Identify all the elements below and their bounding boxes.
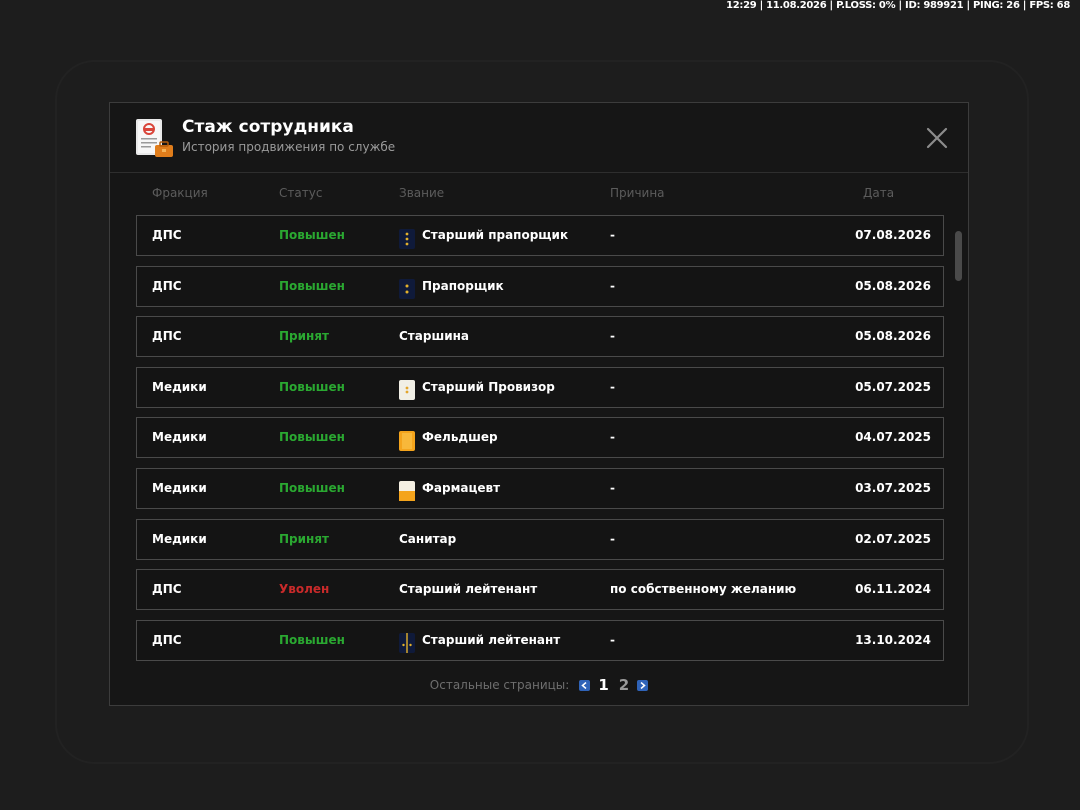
cell-rank: Старший Провизор — [399, 368, 555, 407]
cell-reason: - — [610, 531, 615, 546]
insignia-navy-three-stars-icon — [399, 226, 415, 249]
modal-title: Стаж сотрудника — [182, 117, 354, 137]
cell-faction: Медики — [152, 430, 207, 445]
cell-reason: - — [610, 430, 615, 445]
pagination: Остальные страницы: 1 2 — [110, 675, 968, 695]
cell-reason: - — [610, 329, 615, 344]
cell-rank: Старшина — [399, 317, 469, 356]
column-header-faction: Фракция — [152, 186, 208, 200]
cell-reason: - — [610, 480, 615, 495]
cell-faction: ДПС — [152, 228, 182, 242]
cell-faction: Медики — [152, 531, 207, 546]
cell-reason: - — [610, 379, 615, 394]
rank-label: Фельдшер — [422, 430, 498, 445]
chevron-right-icon[interactable] — [637, 679, 649, 691]
cell-rank: Старший прапорщик — [399, 216, 568, 255]
cell-faction: ДПС — [152, 329, 182, 344]
table-row[interactable]: ДПС Принят Старшина - 05.08.2026 — [136, 316, 944, 358]
page-button-2[interactable]: 2 — [617, 676, 631, 694]
cell-date: 07.08.2026 — [855, 228, 931, 242]
cell-status: Повышен — [279, 379, 345, 394]
cell-date: 05.08.2026 — [855, 278, 931, 293]
rank-label: Старший Провизор — [422, 379, 555, 394]
hud-status-bar: 12:29 | 11.08.2026 | P.LOSS: 0% | ID: 98… — [726, 0, 1070, 11]
cell-date: 05.07.2025 — [855, 379, 931, 394]
table-row[interactable]: Медики Принят Санитар - 02.07.2025 — [136, 518, 944, 560]
rank-label: Старший лейтенант — [422, 632, 561, 647]
table-row[interactable]: ДПС Уволен Старший лейтенант по собственном… — [136, 569, 944, 611]
cell-status: Повышен — [279, 430, 345, 445]
scrollbar-thumb[interactable] — [955, 231, 962, 281]
column-header-rank: Звание — [399, 186, 445, 200]
cell-status: Принят — [279, 531, 329, 546]
close-icon[interactable] — [926, 127, 948, 149]
cell-date: 04.07.2025 — [855, 430, 931, 445]
cell-date: 13.10.2024 — [855, 632, 931, 647]
cell-rank: Прапорщик — [399, 267, 504, 306]
cell-reason: - — [610, 228, 615, 242]
cell-rank: Фармацевт — [399, 469, 500, 508]
cell-faction: Медики — [152, 480, 207, 495]
cell-rank: Старший лейтенант — [399, 621, 560, 660]
column-header-status: Статус — [279, 186, 323, 200]
modal-header: Стаж сотрудника История продвижения по с… — [110, 103, 968, 173]
table-row[interactable]: Медики Повышен Старший Провизор - 05.07.2025 — [136, 366, 944, 408]
table-row[interactable]: Медики Повышен Фармацевт - 03.07.2025 — [136, 467, 944, 509]
rank-label: Санитар — [399, 531, 457, 546]
cell-reason: по собственному желанию — [610, 582, 797, 597]
rank-label: Старший лейтенант — [399, 582, 538, 597]
cell-rank: Санитар — [399, 520, 456, 559]
page-button-1[interactable]: 1 — [596, 676, 610, 694]
table-row[interactable]: ДПС Повышен Старший лейтенант - 13.10.2024 — [136, 619, 944, 661]
cell-status: Уволен — [279, 582, 330, 597]
insignia-navy-stripe-stars-icon — [399, 630, 415, 654]
cell-date: 02.07.2025 — [855, 531, 931, 546]
cell-status: Повышен — [279, 632, 345, 647]
cell-date: 03.07.2025 — [855, 480, 931, 495]
rank-label: Старшина — [399, 329, 469, 344]
cell-rank: Старший лейтенант — [399, 570, 537, 609]
cell-status: Повышен — [279, 480, 345, 495]
table-row[interactable]: Медики Повышен Фельдшер - 04.07.2025 — [136, 417, 944, 459]
column-header-date: Дата — [863, 186, 895, 200]
cell-reason: - — [610, 278, 615, 293]
cell-rank: Фельдшер — [399, 418, 498, 457]
document-briefcase-icon — [136, 119, 176, 163]
table-row[interactable]: ДПС Повышен Прапорщик - 05.08.2026 — [136, 265, 944, 307]
cell-faction: ДПС — [152, 632, 182, 647]
insignia-white-gold-icon — [399, 377, 415, 401]
rank-label: Старший прапорщик — [422, 228, 569, 242]
cell-status: Повышен — [279, 228, 345, 242]
pagination-label: Остальные страницы: — [429, 678, 570, 692]
cell-faction: ДПС — [152, 582, 182, 597]
history-list: ДПС Повышен Старший прапорщик -07.08.2026 ДП… — [136, 215, 944, 670]
table-row[interactable]: ДПС Повышен Старший прапорщик - 07.08.2026 — [136, 215, 944, 256]
insignia-navy-two-stars-icon — [399, 276, 415, 300]
cell-date: 06.11.2024 — [855, 582, 931, 597]
rank-label: Прапорщик — [422, 278, 504, 293]
cell-date: 05.08.2026 — [855, 329, 931, 344]
rank-label: Фармацевт — [422, 480, 501, 495]
column-header-reason: Причина — [610, 186, 665, 200]
chevron-left-icon[interactable] — [579, 679, 591, 691]
cell-faction: Медики — [152, 379, 207, 394]
modal-subtitle: История продвижения по службе — [182, 140, 396, 154]
cell-reason: - — [610, 632, 615, 647]
insignia-orange-icon — [399, 428, 415, 451]
employee-service-modal: Стаж сотрудника История продвижения по с… — [109, 102, 969, 706]
cell-status: Принят — [279, 329, 329, 344]
insignia-white-orange-icon — [399, 478, 415, 502]
cell-status: Повышен — [279, 278, 345, 293]
cell-faction: ДПС — [152, 278, 182, 293]
